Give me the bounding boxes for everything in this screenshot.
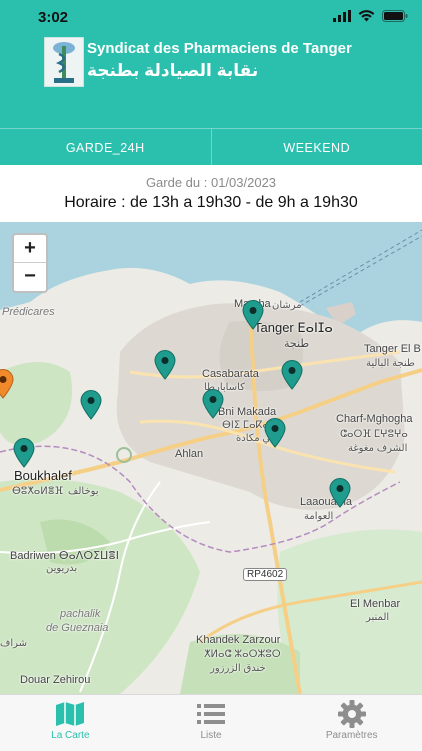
map-label-marshan-ar: مرشان (272, 300, 302, 311)
map-label-tanger: Tanger ⴹⴰⵏⵊⴰ (254, 320, 333, 336)
list-icon (197, 701, 225, 727)
bottom-tab-bar: La Carte Liste (0, 694, 422, 751)
pharmacy-pin[interactable] (80, 390, 102, 420)
zoom-control: + − (12, 233, 48, 293)
map-label-el-menbar: El Menbar (350, 598, 400, 610)
map-icon (55, 701, 85, 727)
battery-icon (382, 10, 408, 22)
brand-title-fr: Syndicat des Pharmaciens de Tanger (87, 40, 352, 57)
gear-icon (338, 701, 366, 727)
map-label-zone-ar: شراف (0, 638, 27, 649)
pharmacy-pin[interactable] (202, 389, 224, 419)
nav-label-parametres: Paramètres (326, 730, 378, 741)
map-label-badriwen: Badriwen ⴱⴰⴷⵔⵉⵡⴻⵏ (10, 549, 119, 562)
map-label-khandek: Khandek Zarzour (196, 634, 280, 646)
status-time: 3:02 (38, 9, 68, 26)
road-shield-rp4602: RP4602 (243, 568, 287, 581)
status-bar: 3:02 (0, 0, 422, 36)
map-label-beni-makada: Bni Makada (218, 406, 276, 418)
map-label-khandek-tf: ⵅⵍⴰⵛ ⵣⴰⵔⵣⵓⵔ (204, 649, 281, 660)
map-label-el-menbar-ar: المنبر (366, 612, 389, 623)
tab-garde-24h[interactable]: GARDE_24H (0, 129, 211, 166)
map-label-boukhalef: Boukhalef (14, 468, 72, 483)
map-label-pachalik: pachalik (60, 608, 100, 620)
pharmacy-logo-icon (45, 38, 83, 86)
map-label-tanger-el: Tanger El B (364, 343, 421, 355)
garde-date: Garde du : 01/03/2023 (0, 175, 422, 190)
map-label-predicares: Prédicares (2, 306, 55, 318)
app-header: 3:02 Syndicat des Pharmaci (0, 0, 422, 165)
map-label-tanger-ar: طنجة (284, 337, 309, 350)
map-label-ahlan: Ahlan (175, 448, 203, 460)
map-label-khandek-ar: خندق الزرزور (210, 663, 266, 674)
map-label-casabarata: Casabarata (202, 368, 259, 380)
map-label-charf-ar: الشرف مغوغة (348, 443, 407, 454)
wifi-icon (358, 10, 375, 22)
tab-weekend[interactable]: WEEKEND (211, 129, 422, 166)
nav-label-liste: Liste (200, 730, 221, 741)
map-label-de-gueznaia: de Gueznaia (46, 622, 108, 634)
signal-icon (333, 10, 351, 22)
pharmacy-pin[interactable] (264, 418, 286, 448)
pharmacy-pin[interactable] (281, 360, 303, 390)
pharmacy-map[interactable]: Prédicares Marsha مرشان Tanger ⴹⴰⵏⵊⴰ طنج… (0, 222, 422, 694)
map-label-charf-tf: ⵛⴰⵔⴼ ⵎⵖⵓⵖⴰ (340, 429, 408, 440)
pharmacy-pin[interactable] (329, 478, 351, 508)
nav-parametres[interactable]: Paramètres (281, 695, 422, 751)
syndicate-logo (44, 37, 84, 87)
map-label-boukhalef-ar: بوخالف (68, 486, 99, 497)
nav-liste[interactable]: Liste (141, 695, 282, 751)
zoom-out-button[interactable]: − (14, 262, 46, 290)
schedule-tabs: GARDE_24H WEEKEND (0, 128, 422, 166)
map-label-tanger-el-ar: طنجة البالية (366, 358, 415, 369)
status-icons (333, 10, 408, 22)
map-label-boukhalef-tf: ⴱⵓⵅⴰⵍⴻⴼ (12, 486, 63, 497)
map-label-laaouama-ar: العوامة (304, 511, 333, 522)
brand-title-ar: نقابة الصيادلة بطنجة (87, 61, 373, 81)
user-location-pin[interactable] (0, 369, 14, 399)
map-label-charf: Charf-Mghogha (336, 413, 412, 425)
pharmacy-pin[interactable] (242, 300, 264, 330)
pharmacy-pin[interactable] (13, 438, 35, 468)
map-label-douar: Douar Zehirou (20, 674, 90, 686)
schedule-info: Garde du : 01/03/2023 Horaire : de 13h a… (0, 165, 422, 222)
zoom-in-button[interactable]: + (14, 235, 46, 262)
map-label-badriwen-ar: بدريوين (46, 563, 77, 574)
opening-hours: Horaire : de 13h a 19h30 - de 9h a 19h30 (0, 194, 422, 212)
pharmacy-pin[interactable] (154, 350, 176, 380)
nav-label-la-carte: La Carte (51, 730, 89, 741)
nav-la-carte[interactable]: La Carte (0, 695, 141, 751)
